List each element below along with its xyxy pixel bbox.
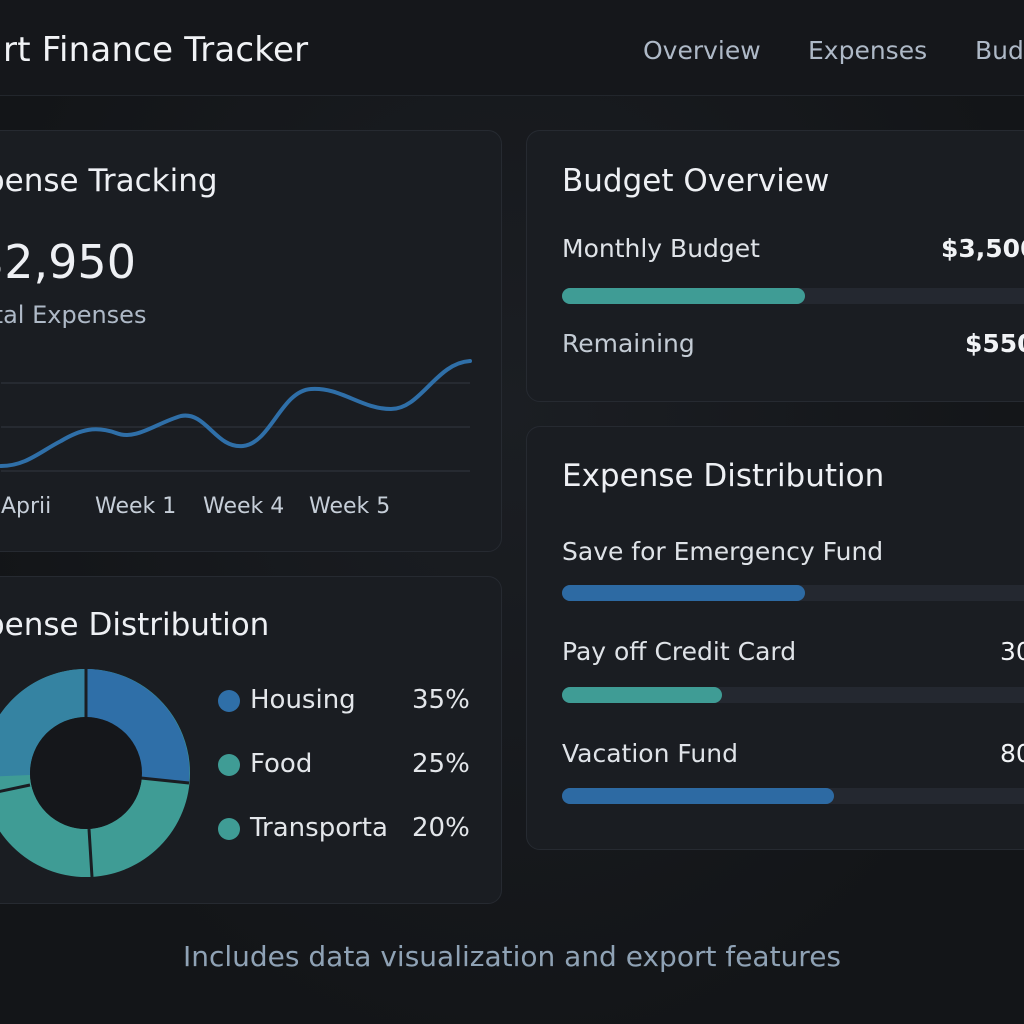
legend-dot-transport <box>218 818 240 840</box>
legend-label-transport: Transporta <box>250 813 388 843</box>
monthly-budget-value: $3,500 <box>941 234 1024 263</box>
legend-percent-transport: 20% <box>412 813 470 843</box>
donut-chart <box>0 669 190 878</box>
nav-expenses[interactable]: Expenses <box>808 36 927 65</box>
legend-percent-housing: 35% <box>412 685 470 715</box>
goal-bar-fill-credit-card <box>562 687 723 703</box>
expense-distribution-card-right: Expense Distribution Save for Emergency … <box>526 426 1024 850</box>
goal-value-vacation: 80 <box>1000 739 1024 768</box>
app-title: art Finance Tracker <box>0 30 309 70</box>
budget-overview-card: Budget Overview Monthly Budget $3,500 Re… <box>526 130 1024 402</box>
x-tick-label: Aprii <box>1 494 51 519</box>
expense-line-chart: Aprii Week 1 Week 4 Week 5 <box>0 359 472 519</box>
remaining-value: $550 <box>965 329 1024 358</box>
goal-label-vacation: Vacation Fund <box>562 739 738 768</box>
goal-label-emergency: Save for Emergency Fund <box>562 537 884 566</box>
goal-label-credit-card: Pay off Credit Card <box>562 637 797 666</box>
nav-budget[interactable]: Bud <box>975 36 1024 65</box>
legend-dot-housing <box>218 690 240 712</box>
x-tick-label: Week 1 <box>95 494 176 519</box>
goal-bar-emergency <box>562 585 1024 601</box>
legend-label-food: Food <box>250 749 313 779</box>
legend-label-housing: Housing <box>250 685 356 715</box>
app-header: art Finance Tracker Overview Expenses Bu… <box>0 0 1024 96</box>
goal-value-credit-card: 30 <box>1000 637 1024 666</box>
expense-tracking-card: pense Tracking $2,950 otal Expenses Apri… <box>0 130 502 552</box>
goal-bar-vacation <box>562 788 1024 804</box>
expense-distribution-card-left: pense Distribution Housing 35% Food 25% … <box>0 576 502 904</box>
donut-hole <box>30 717 142 829</box>
footer-note: Includes data visualization and export f… <box>182 940 842 973</box>
nav-overview[interactable]: Overview <box>643 36 761 65</box>
monthly-budget-label: Monthly Budget <box>562 234 760 263</box>
legend-percent-food: 25% <box>412 749 470 779</box>
budget-overview-title: Budget Overview <box>562 163 830 199</box>
monthly-budget-bar-fill <box>562 288 805 304</box>
x-tick-label: Week 5 <box>309 494 390 519</box>
goal-bar-credit-card <box>562 687 1024 703</box>
legend-dot-food <box>218 754 240 776</box>
monthly-budget-bar <box>562 288 1024 304</box>
x-tick-label: Week 4 <box>203 494 284 519</box>
goal-bar-fill-emergency <box>562 585 805 601</box>
expense-trend-line <box>0 359 472 468</box>
goal-bar-fill-vacation <box>562 788 834 804</box>
expense-distribution-title-right: Expense Distribution <box>562 458 885 494</box>
dashboard-page: art Finance Tracker Overview Expenses Bu… <box>0 0 1024 1024</box>
remaining-label: Remaining <box>562 329 695 358</box>
